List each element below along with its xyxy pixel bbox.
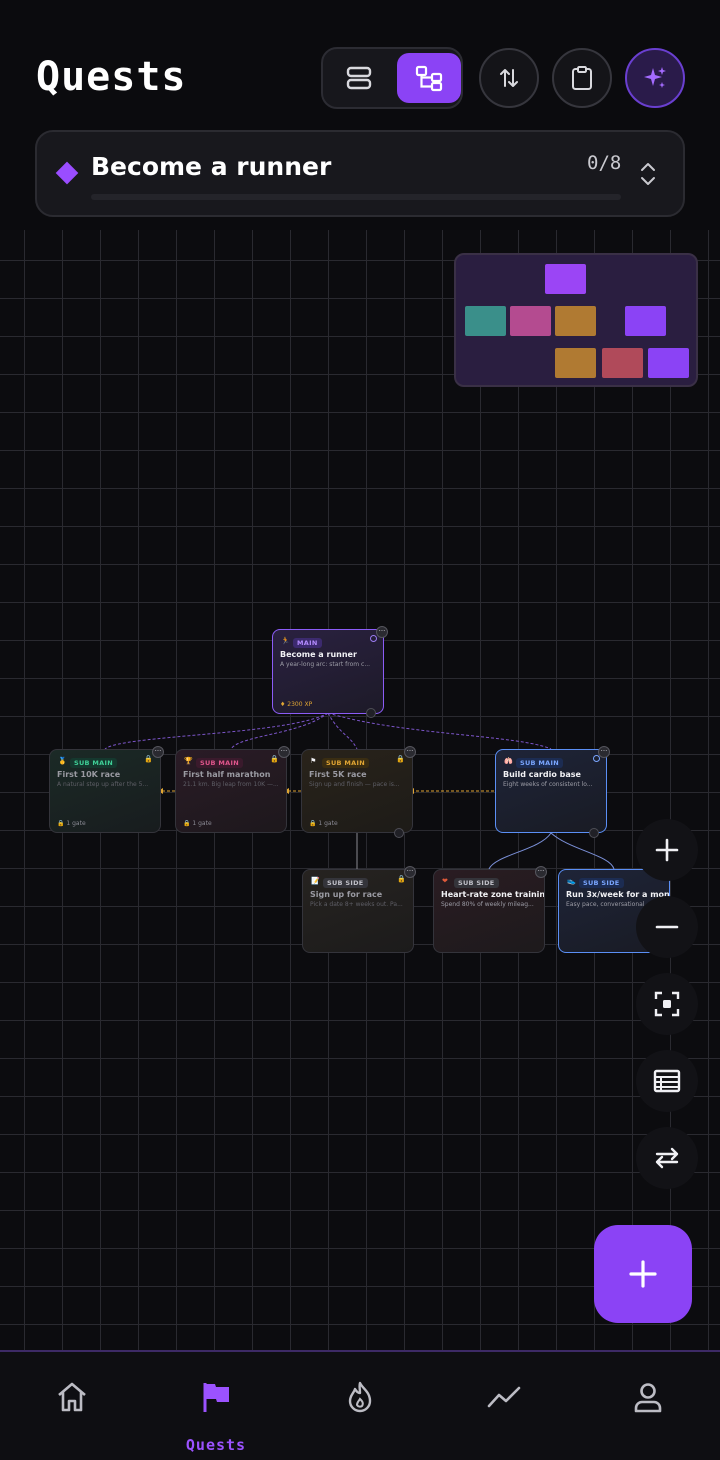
flag-icon	[203, 1383, 229, 1412]
table-icon	[653, 1069, 681, 1093]
node-emoji: 🥇	[58, 757, 67, 765]
node-emoji: 🫁	[504, 757, 513, 765]
nav-quests-label: Quests	[185, 1436, 247, 1454]
node-desc: 21.1 km. Big leap from 10K —...	[183, 781, 279, 788]
quest-node-root[interactable]: 🏃 MAIN Become a runner A year-long arc: …	[272, 629, 384, 714]
target-icon	[370, 635, 377, 642]
node-desc: Spend 80% of weekly mileag...	[441, 901, 534, 908]
node-badge: SUB SIDE	[454, 878, 499, 888]
minimap-node	[555, 348, 596, 378]
lock-icon: 🔒	[396, 755, 405, 763]
node-emoji: ⚑	[310, 757, 317, 765]
node-title: First 5K race	[309, 770, 367, 779]
node-emoji: 🏃	[281, 637, 290, 645]
minimap-node	[510, 306, 551, 336]
node-badge: SUB MAIN	[322, 758, 369, 768]
quest-node-cardio-base[interactable]: 🫁 SUB MAIN Build cardio base Eight weeks…	[495, 749, 607, 833]
node-badge: SUB SIDE	[579, 878, 624, 888]
node-menu-button[interactable]: ···	[535, 866, 547, 878]
node-desc: Pick a date 8+ weeks out. Pa...	[310, 901, 403, 908]
node-desc: A year-long arc: start from c...	[280, 661, 371, 668]
fit-view-button[interactable]	[636, 973, 698, 1035]
flame-icon	[348, 1381, 372, 1413]
nav-home[interactable]	[0, 1352, 144, 1460]
fit-view-icon	[654, 991, 680, 1017]
minimap-node	[648, 348, 689, 378]
table-view-button[interactable]	[636, 1050, 698, 1112]
node-title: First half marathon	[183, 770, 271, 779]
quest-node-heart-rate[interactable]: ❤ SUB SIDE Heart-rate zone training Spen…	[433, 869, 545, 953]
quest-node-first-5k[interactable]: ⚑ SUB MAIN 🔒 First 5K race Sign up and f…	[301, 749, 413, 833]
zoom-in-icon	[655, 838, 679, 862]
node-badge: MAIN	[293, 638, 322, 648]
user-icon	[634, 1383, 662, 1413]
nav-streak[interactable]	[288, 1352, 432, 1460]
node-title: Sign up for race	[310, 890, 383, 899]
minimap-node	[465, 306, 506, 336]
node-menu-button[interactable]: ···	[152, 746, 164, 758]
quest-node-sign-up[interactable]: 📝 SUB SIDE 🔒 Sign up for race Pick a dat…	[302, 869, 414, 953]
trend-icon	[487, 1386, 521, 1408]
node-menu-button[interactable]: ···	[404, 866, 416, 878]
home-icon	[58, 1382, 86, 1412]
node-emoji: 📝	[311, 877, 320, 885]
node-menu-button[interactable]: ···	[598, 746, 610, 758]
node-emoji: 👟	[567, 877, 576, 885]
zoom-out-icon	[655, 925, 679, 929]
root-collapse-knob[interactable]	[366, 708, 376, 718]
node-collapse-knob[interactable]	[589, 828, 599, 838]
node-badge: SUB MAIN	[516, 758, 563, 768]
node-menu-button[interactable]: ···	[404, 746, 416, 758]
zoom-out-button[interactable]	[636, 896, 698, 958]
node-emoji: ❤	[442, 877, 448, 885]
node-desc: Eight weeks of consistent lo...	[503, 781, 593, 788]
nav-profile[interactable]	[576, 1352, 720, 1460]
minimap-node	[555, 306, 596, 336]
node-gate: 🔒 1 gate	[57, 820, 86, 827]
nav-stats[interactable]	[432, 1352, 576, 1460]
lock-icon: 🔒	[270, 755, 279, 763]
node-title: First 10K race	[57, 770, 121, 779]
node-xp: ♦ 2300 XP	[280, 701, 313, 708]
node-badge: SUB MAIN	[70, 758, 117, 768]
nav-quests[interactable]: Quests	[144, 1352, 288, 1460]
root-menu-button[interactable]: ···	[376, 626, 388, 638]
minimap[interactable]	[454, 253, 698, 387]
node-title: Build cardio base	[503, 770, 581, 779]
zoom-in-button[interactable]	[636, 819, 698, 881]
bottom-nav: Quests	[0, 1350, 720, 1460]
minimap-node	[625, 306, 666, 336]
node-menu-button[interactable]: ···	[278, 746, 290, 758]
quest-node-first-10k[interactable]: 🥇 SUB MAIN 🔒 First 10K race A natural st…	[49, 749, 161, 833]
node-gate: 🔒 1 gate	[183, 820, 212, 827]
node-emoji: 🏆	[184, 757, 193, 765]
lock-icon: 🔒	[144, 755, 153, 763]
node-badge: SUB SIDE	[323, 878, 368, 888]
lock-icon: 🔒	[397, 875, 406, 883]
minimap-node	[545, 264, 586, 294]
add-quest-button[interactable]	[594, 1225, 692, 1323]
node-desc: A natural step up after the 5...	[57, 781, 149, 788]
quest-node-half-marathon[interactable]: 🏆 SUB MAIN 🔒 First half marathon 21.1 km…	[175, 749, 287, 833]
swap-icon	[655, 1147, 679, 1169]
node-gate: 🔒 1 gate	[309, 820, 338, 827]
node-desc: Sign up and finish — pace is...	[309, 781, 400, 788]
plus-icon	[629, 1260, 657, 1288]
swap-button[interactable]	[636, 1127, 698, 1189]
node-title: Heart-rate zone training	[441, 890, 545, 899]
node-collapse-knob[interactable]	[394, 828, 404, 838]
node-badge: SUB MAIN	[196, 758, 243, 768]
node-title: Become a runner	[280, 650, 357, 659]
minimap-node	[602, 348, 643, 378]
